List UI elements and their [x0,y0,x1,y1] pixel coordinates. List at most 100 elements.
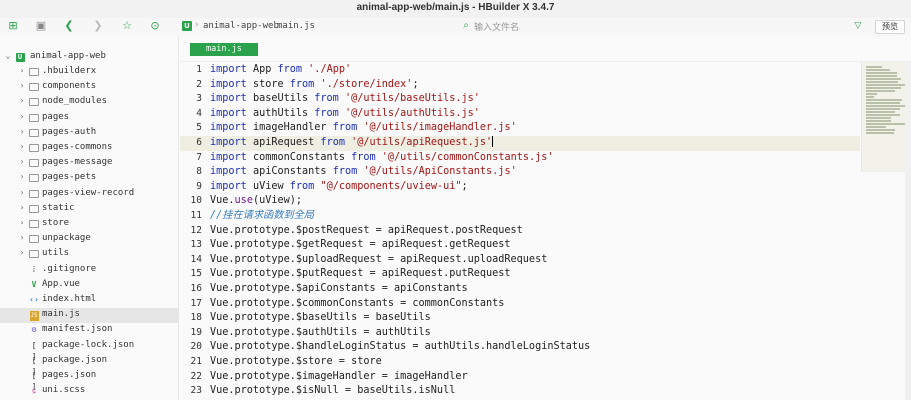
tree-item-label: package-lock.json [42,339,135,350]
code-line[interactable]: 14 Vue.prototype.$uploadRequest = apiRequ… [180,253,860,268]
chevron-right-icon[interactable]: › [17,203,27,212]
chevron-right-icon[interactable]: › [17,157,27,166]
code-line[interactable]: 1 import App from './App' [180,63,860,78]
tree-item[interactable]: › node_modules [0,95,178,110]
code-text: Vue.prototype.$store = store [210,356,382,367]
tree-item[interactable]: › components [0,80,178,95]
chevron-right-icon[interactable]: › [17,248,27,257]
tree-item-label: package.json [42,354,108,365]
code-text: Vue.prototype.$getRequest = apiRequest.g… [210,239,511,251]
code-line[interactable]: 16 Vue.prototype.$apiConstants = apiConst… [180,282,860,297]
code-line[interactable]: 23 Vue.prototype.$isNull = baseUtils.isNu… [180,384,860,399]
line-number: 13 [190,239,202,251]
line-number: 15 [190,268,202,280]
tree-item[interactable]: V App.vue [0,278,178,293]
tree-item[interactable]: ⚙ manifest.json [0,323,178,338]
tree-item[interactable]: › pages-commons [0,141,178,156]
code-line[interactable]: 5 import imageHandler from '@/utils/image… [180,121,860,136]
code-line[interactable]: 19 Vue.prototype.$authUtils = authUtils [180,326,860,341]
tree-item[interactable]: ⁞ .gitignore [0,263,178,278]
text-caret [492,136,494,147]
code-line[interactable]: 20 Vue.prototype.$handleLoginStatus = aut… [180,340,860,355]
run-icon[interactable]: ⊙ [148,19,162,33]
line-number: 12 [190,224,202,236]
chevron-right-icon[interactable]: › [17,142,27,151]
chevron-right-icon[interactable]: › [17,233,27,242]
code-line[interactable]: 13 Vue.prototype.$getRequest = apiRequest… [180,238,860,253]
new-file-icon[interactable]: ⊞ [6,19,20,33]
vertical-scrollbar[interactable] [905,62,911,400]
minimap[interactable] [861,62,911,172]
tree-item[interactable]: [ ] pages.json [0,369,178,391]
line-number: 2 [196,78,202,90]
code-line[interactable]: 3 import baseUtils from '@/utils/baseUtil… [180,92,860,107]
tree-item[interactable]: ‹› index.html [0,293,178,308]
tree-item[interactable]: [ ] package-lock.json [0,339,178,361]
tree-item[interactable]: [ ] package.json [0,354,178,376]
js-file-icon: JS [29,311,39,322]
tree-item[interactable]: › pages-pets [0,171,178,186]
folder-icon [29,81,39,92]
back-icon[interactable]: ❮ [62,19,76,33]
line-number: 23 [190,385,202,397]
code-line[interactable]: 10 Vue.use(uView); [180,194,860,209]
chevron-right-icon[interactable]: › [17,81,27,90]
code-line[interactable]: 21 Vue.prototype.$store = store [180,355,860,370]
tree-item[interactable]: › pages-auth [0,126,178,141]
code-line[interactable]: 15 Vue.prototype.$putRequest = apiRequest… [180,267,860,282]
code-line[interactable]: 22 Vue.prototype.$imageHandler = imageHan… [180,370,860,385]
tree-item[interactable]: › pages-view-record [0,187,178,202]
code-line[interactable]: 4 import authUtils from '@/utils/authUtil… [180,107,860,122]
chevron-down-icon[interactable]: ⌄ [3,51,13,60]
tree-project-root[interactable]: ⌄ U animal-app-web [0,50,178,65]
chevron-right-icon[interactable]: › [17,218,27,227]
tree-item[interactable]: › .hbuilderx [0,65,178,80]
code-text: import imageHandler from '@/utils/imageH… [210,122,517,134]
chevron-right-icon[interactable]: › [17,66,27,75]
preview-button[interactable]: 预览 [875,20,905,34]
minimap-line [866,108,901,110]
tree-item[interactable]: › static [0,202,178,217]
code-line[interactable]: 9 import uView from "@/components/uview-u… [180,180,860,195]
star-icon[interactable]: ☆ [120,19,134,33]
line-number: 18 [190,312,202,324]
tree-item-label: pages-commons [42,142,113,152]
code-line[interactable]: 12 Vue.prototype.$postRequest = apiReques… [180,224,860,239]
tree-item[interactable]: JS main.js [0,308,178,324]
code-line[interactable]: 8 import apiConstants from '@/utils/ApiCo… [180,165,860,180]
tree-item[interactable]: › pages-message [0,156,178,171]
code-text: import apiConstants from '@/utils/ApiCon… [210,166,517,178]
tree-item[interactable]: › utils [0,247,178,262]
title-bar: animal-app-web/main.js - HBuilder X 3.4.… [0,0,911,18]
chevron-right-icon[interactable]: › [17,188,27,197]
code-editor[interactable]: main.js 1 import App from './App' 2 import … [180,36,911,400]
tree-item[interactable]: › pages [0,111,178,126]
breadcrumb-file[interactable]: main.js [277,21,315,31]
minimap-line [866,69,890,71]
forward-icon[interactable]: ❯ [91,19,105,33]
save-icon[interactable]: ▣ [34,19,48,33]
code-line[interactable]: 6 import apiRequest from '@/utils/apiRequ… [180,136,860,151]
chevron-right-icon[interactable]: › [17,96,27,105]
code-line[interactable]: 7 import commonConstants from '@/utils/co… [180,151,860,166]
folder-icon [29,188,39,199]
tree-item[interactable]: › unpackage [0,232,178,247]
tree-item-label: pages-message [42,157,113,168]
chevron-right-icon[interactable]: › [17,112,27,121]
code-line[interactable]: 11 //挂在请求函数到全局 [180,209,860,224]
project-icon: U [15,51,25,62]
minimap-line [866,84,906,86]
line-number: 6 [196,137,202,148]
tree-item[interactable]: ɕ uni.scss [0,384,178,399]
chevron-right-icon[interactable]: › [17,127,27,136]
chevron-right-icon[interactable]: › [17,172,27,181]
project-name: animal-app-web [30,51,106,61]
code-line[interactable]: 2 import store from './store/index'; [180,78,860,93]
code-line[interactable]: 17 Vue.prototype.$commonConstants = commo… [180,297,860,312]
code-line[interactable]: 18 Vue.prototype.$baseUtils = baseUtils [180,311,860,326]
tree-item[interactable]: › store [0,217,178,232]
filter-icon[interactable]: ▽ [851,19,865,33]
tab-main-js[interactable]: main.js [190,43,258,56]
file-search-input[interactable] [474,20,854,34]
code-text: Vue.prototype.$isNull = baseUtils.isNull [210,385,456,397]
